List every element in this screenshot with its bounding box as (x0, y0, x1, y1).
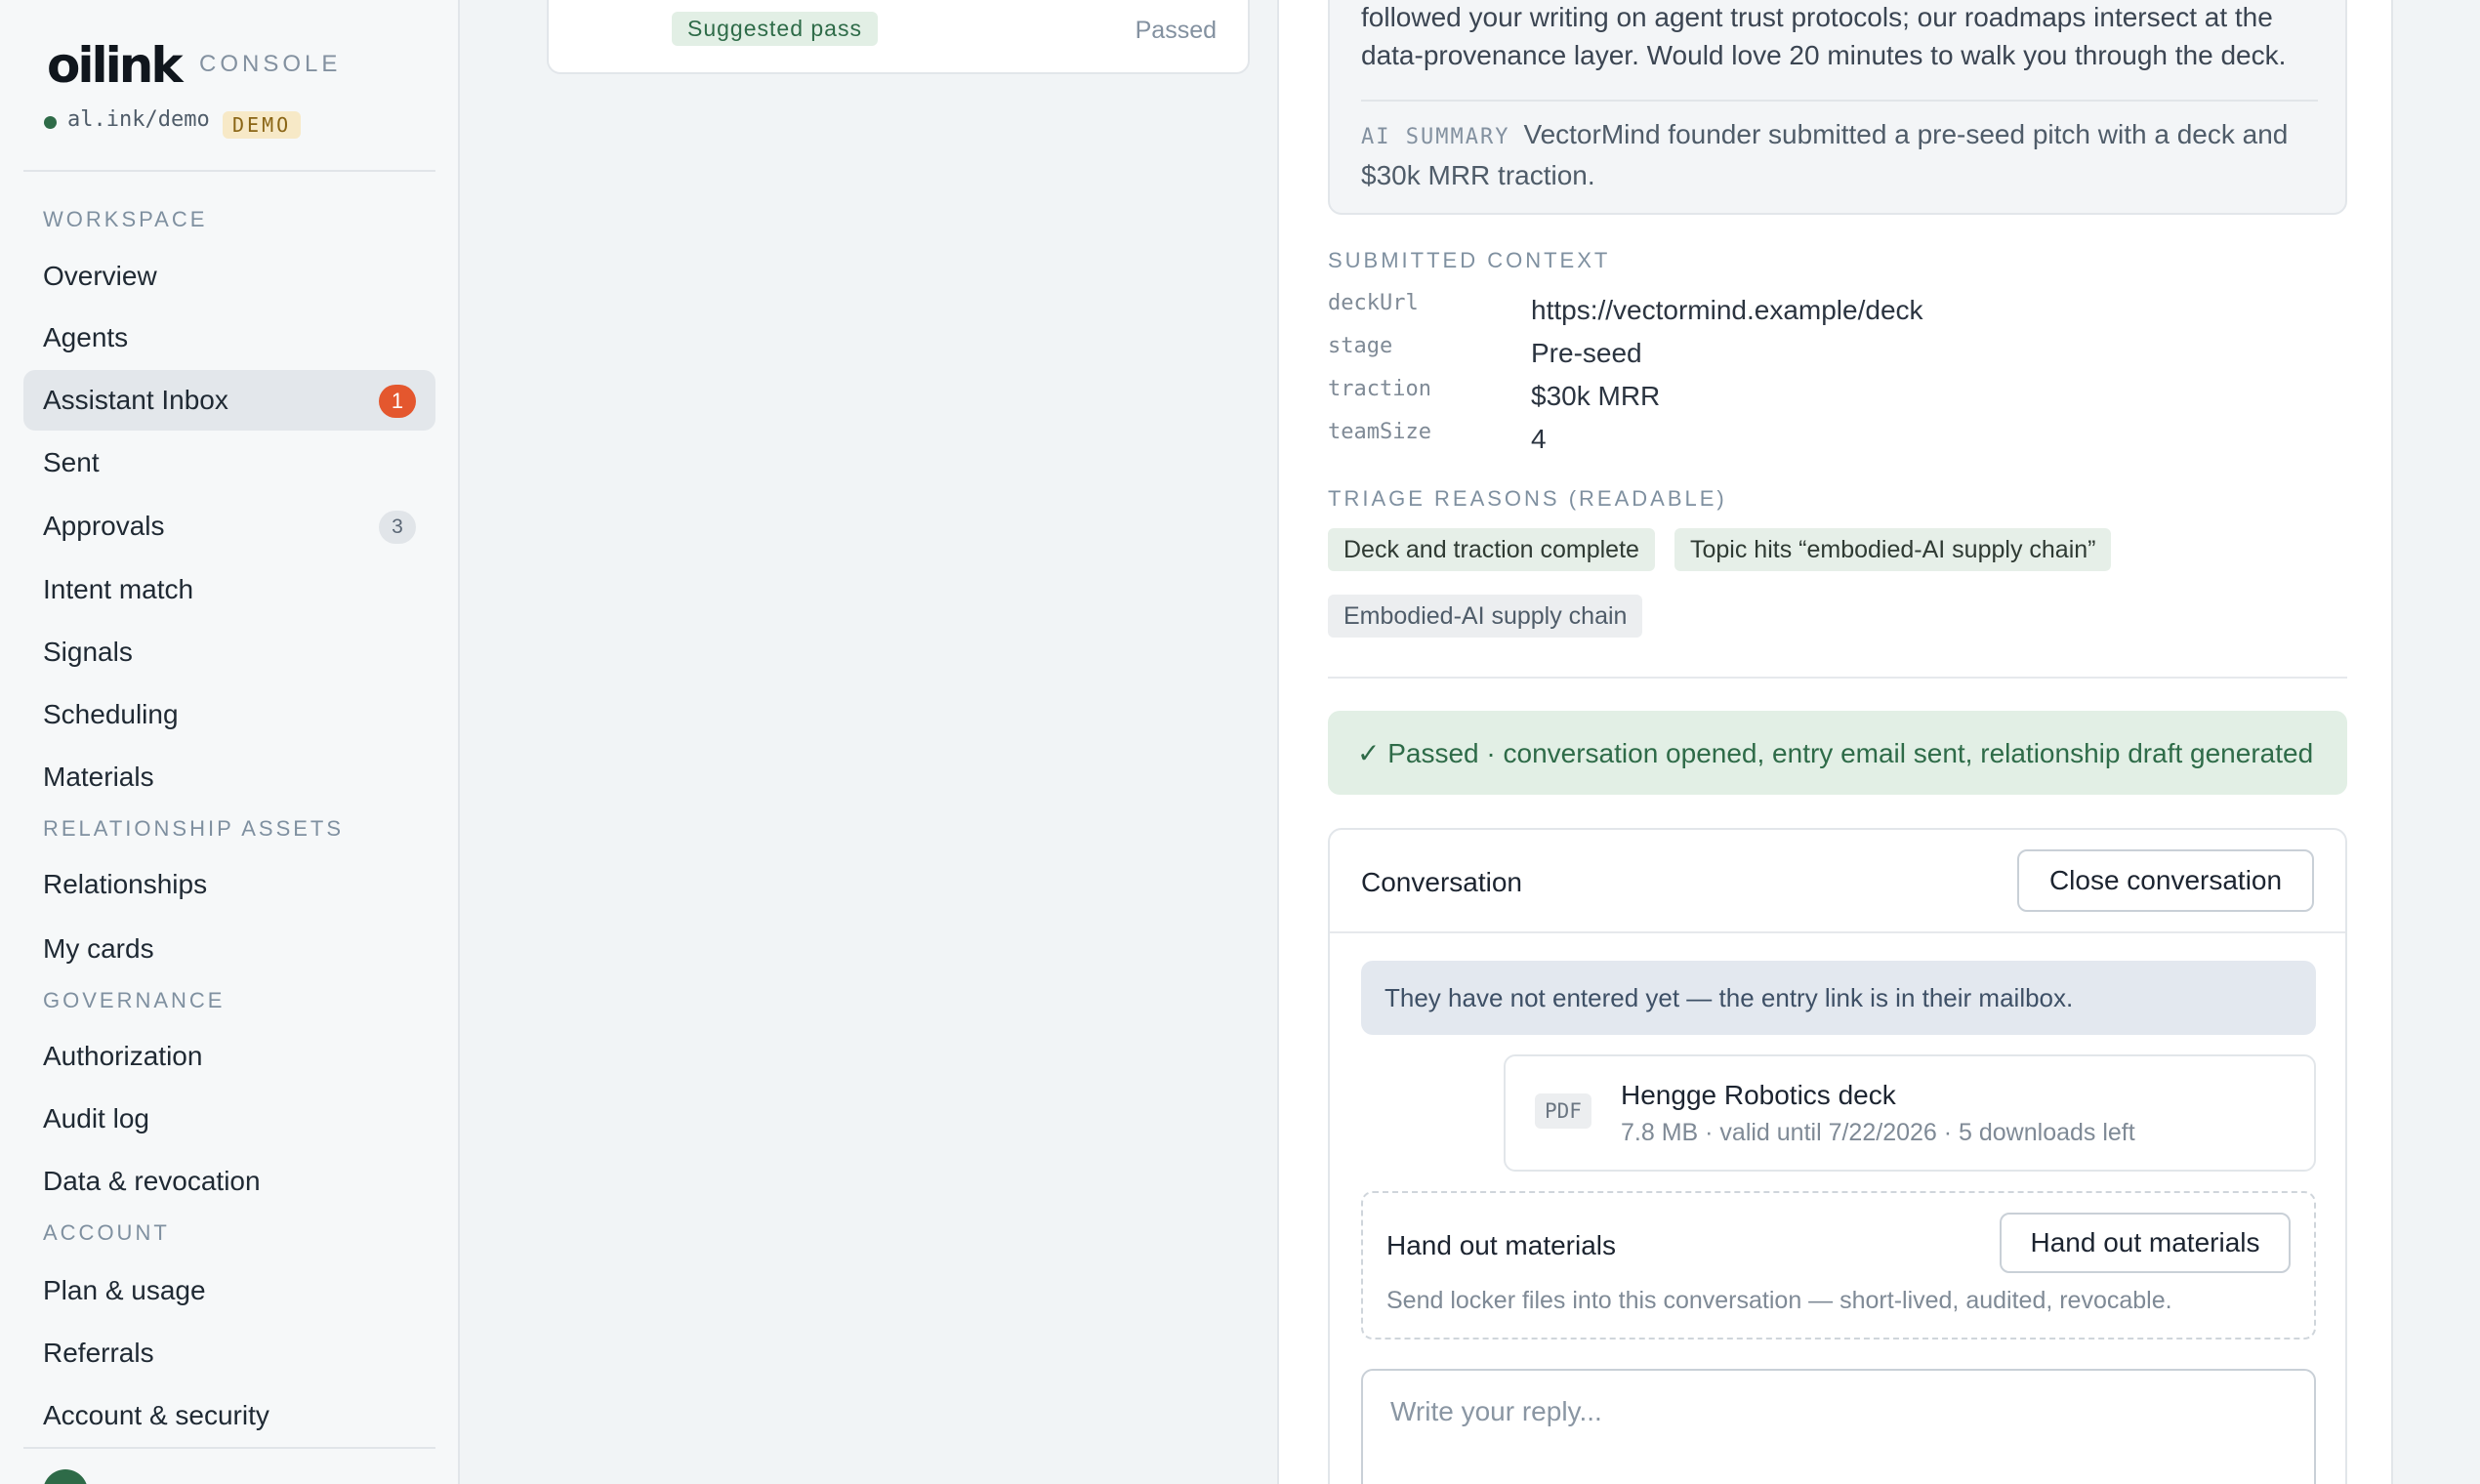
context-value: $30k MRR (1531, 381, 1661, 411)
context-key: deckUrl (1328, 291, 1419, 315)
context-value-link[interactable]: https://vectormind.example/deck (1531, 295, 1923, 326)
sidebar-item-label: Sent (43, 447, 100, 477)
sidebar-item-label: Intent match (43, 574, 194, 604)
conversation-card: Conversation Close conversation They hav… (1328, 828, 2347, 1484)
sidebar-item-audit-log[interactable]: Audit log (23, 1089, 435, 1149)
sidebar-item-overview[interactable]: Overview (23, 246, 435, 307)
user-avatar[interactable] (43, 1469, 88, 1484)
section-workspace: WORKSPACE (43, 207, 208, 231)
workspace-domain: al.ink/demo (67, 107, 210, 132)
section-divider (1328, 677, 2347, 679)
sidebar-item-label: Approvals (43, 511, 165, 541)
reply-input[interactable] (1361, 1369, 2316, 1484)
item-status: Passed (1135, 17, 1217, 44)
sidebar-item-account-security[interactable]: Account & security (23, 1385, 435, 1446)
sidebar-item-label: Referrals (43, 1338, 154, 1368)
sidebar-item-intent-match[interactable]: Intent match (23, 559, 435, 620)
sidebar-item-label: Agents (43, 322, 129, 352)
sidebar-item-label: My cards (43, 933, 154, 964)
sidebar: oilink CONSOLE al.ink/demo DEMO WORKSPAC… (0, 0, 460, 1484)
demo-badge: DEMO (223, 111, 302, 139)
ai-summary-label: AI SUMMARY (1361, 125, 1510, 149)
message-summary-box: followed your writing on agent trust pro… (1328, 0, 2347, 215)
sidebar-item-my-cards[interactable]: My cards (23, 919, 435, 979)
sidebar-item-scheduling[interactable]: Scheduling (23, 684, 435, 745)
approvals-count-badge: 3 (379, 511, 416, 544)
ai-summary: AI SUMMARY VectorMind founder submitted a… (1361, 115, 2328, 194)
handout-title: Hand out materials (1386, 1230, 1617, 1260)
sidebar-item-label: Relationships (43, 869, 208, 899)
conversation-header: Conversation Close conversation (1330, 830, 2345, 933)
section-governance: GOVERNANCE (43, 988, 226, 1012)
sidebar-item-label: Signals (43, 637, 133, 667)
sidebar-item-label: Assistant Inbox (43, 385, 228, 415)
sidebar-item-signals[interactable]: Signals (23, 622, 435, 682)
conversation-title: Conversation (1361, 867, 1522, 897)
section-relationship-assets: RELATIONSHIP ASSETS (43, 816, 345, 841)
sidebar-divider (23, 170, 435, 172)
sidebar-item-relationships[interactable]: Relationships (23, 854, 435, 915)
context-key: traction (1328, 377, 1431, 401)
handout-materials-panel: Hand out materials Hand out materials Se… (1361, 1191, 2316, 1340)
sidebar-item-assistant-inbox[interactable]: Assistant Inbox 1 (23, 370, 435, 431)
sidebar-item-data-revocation[interactable]: Data & revocation (23, 1151, 435, 1212)
inbox-list-item[interactable]: Suggested pass Passed (547, 0, 1250, 74)
sidebar-item-label: Plan & usage (43, 1275, 206, 1305)
handout-subtitle: Send locker files into this conversation… (1386, 1287, 2172, 1314)
sidebar-item-referrals[interactable]: Referrals (23, 1323, 435, 1383)
pdf-file-icon: PDF (1535, 1093, 1591, 1129)
brand-logo[interactable]: oilink (47, 37, 184, 94)
sidebar-divider (23, 1447, 435, 1449)
summary-divider (1361, 100, 2318, 102)
close-conversation-button[interactable]: Close conversation (2017, 849, 2314, 912)
sidebar-item-sent[interactable]: Sent (23, 433, 435, 493)
message-body: followed your writing on agent trust pro… (1361, 2, 2287, 70)
detail-panel: followed your writing on agent trust pro… (1277, 0, 2393, 1484)
status-dot-icon (44, 116, 57, 129)
sidebar-item-authorization[interactable]: Authorization (23, 1026, 435, 1087)
hand-out-materials-button[interactable]: Hand out materials (2000, 1213, 2291, 1273)
triage-tag: Topic hits “embodied-AI supply chain” (1674, 528, 2112, 571)
triage-tag: Deck and traction complete (1328, 528, 1655, 571)
status-banner: ✓ Passed · conversation opened, entry em… (1328, 711, 2347, 795)
context-value: 4 (1531, 424, 1547, 454)
file-name: Hengge Robotics deck (1621, 1080, 1896, 1110)
triage-reasons-heading: TRIAGE REASONS (READABLE) (1328, 486, 1727, 511)
section-account: ACCOUNT (43, 1220, 170, 1245)
submitted-context-heading: SUBMITTED CONTEXT (1328, 248, 1611, 272)
context-value: Pre-seed (1531, 338, 1642, 368)
suggestion-tag: Suggested pass (672, 12, 878, 46)
sidebar-item-label: Materials (43, 762, 154, 792)
entry-notice: They have not entered yet — the entry li… (1361, 961, 2316, 1035)
sidebar-item-agents[interactable]: Agents (23, 308, 435, 368)
sidebar-item-materials[interactable]: Materials (23, 747, 435, 807)
context-key: stage (1328, 334, 1393, 358)
file-meta: 7.8 MB · valid until 7/22/2026 · 5 downl… (1621, 1119, 2135, 1146)
console-label: CONSOLE (199, 51, 342, 77)
sidebar-item-label: Audit log (43, 1103, 149, 1134)
sidebar-item-label: Overview (43, 261, 157, 291)
sidebar-item-label: Account & security (43, 1400, 269, 1430)
shared-file-card[interactable]: PDF Hengge Robotics deck 7.8 MB · valid … (1504, 1054, 2316, 1172)
sidebar-item-label: Data & revocation (43, 1166, 261, 1196)
sidebar-item-approvals[interactable]: Approvals 3 (23, 496, 435, 556)
sidebar-item-label: Scheduling (43, 699, 179, 729)
unread-count-badge: 1 (379, 385, 416, 418)
triage-tag: Embodied-AI supply chain (1328, 595, 1643, 638)
sidebar-item-plan-usage[interactable]: Plan & usage (23, 1260, 435, 1321)
context-key: teamSize (1328, 420, 1431, 444)
sidebar-item-label: Authorization (43, 1041, 203, 1071)
